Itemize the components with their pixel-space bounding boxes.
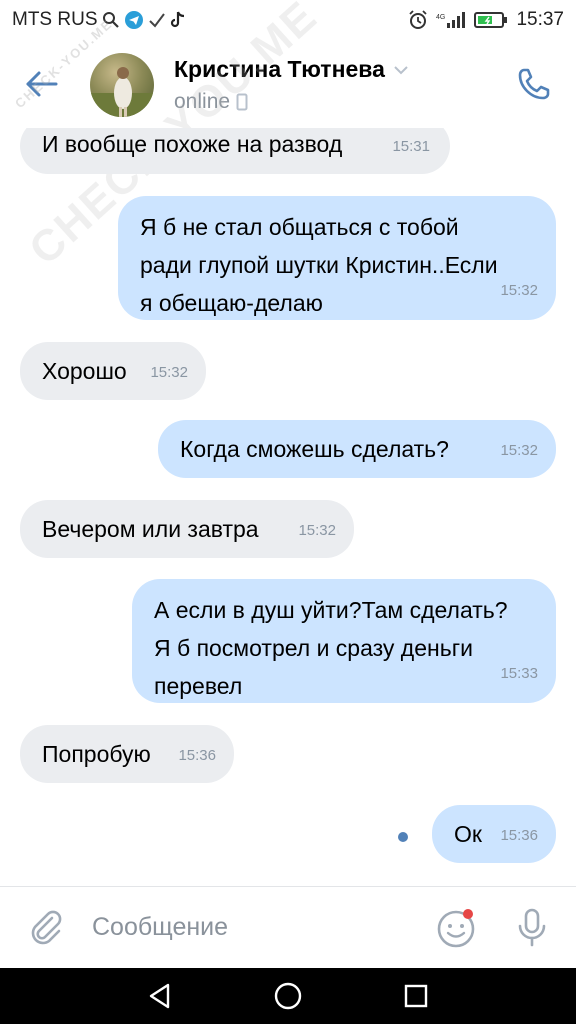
back-button[interactable] (22, 66, 62, 102)
message-time: 15:32 (150, 364, 188, 381)
square-recent-icon (404, 984, 428, 1008)
emoji-button[interactable] (436, 907, 478, 949)
search-icon (102, 11, 120, 29)
message-text: Я б посмотрел и сразу деньги (154, 635, 473, 661)
tiktok-icon (170, 11, 186, 29)
phone-icon (518, 68, 550, 100)
signal-icon: 4G (436, 11, 466, 29)
message-text: я обещаю-делаю (140, 290, 323, 316)
message-text: ради глупой шутки Кристин..Если (140, 252, 498, 278)
battery-icon (474, 11, 508, 29)
message-bubble[interactable]: Я б не стал общаться с тобой ради глупой… (118, 196, 556, 320)
clock-label: 15:37 (516, 9, 564, 30)
arrow-left-icon (26, 71, 58, 97)
avatar[interactable] (90, 53, 154, 117)
message-time: 15:36 (500, 827, 538, 844)
message-bubble[interactable]: Когда сможешь сделать? 15:32 (158, 420, 556, 478)
paperclip-icon (31, 910, 62, 945)
circle-home-icon (274, 982, 302, 1010)
contact-name[interactable]: Кристина Тютнева (174, 56, 409, 83)
carrier-label: MTS RUS (12, 9, 98, 30)
message-list[interactable]: И вообще похоже на развод 15:31 Я б не с… (0, 128, 576, 886)
status-right: 4G 15:37 (408, 9, 564, 31)
check-icon (148, 11, 166, 29)
svg-text:4G: 4G (436, 14, 445, 21)
message-time: 15:33 (500, 665, 538, 682)
mobile-device-icon (236, 93, 248, 111)
message-text: Вечером или завтра (42, 516, 259, 542)
microphone-icon (518, 908, 546, 947)
smile-icon (437, 909, 475, 948)
message-bubble[interactable]: А если в душ уйти?Там сделать? Я б посмо… (132, 579, 556, 703)
message-bubble[interactable]: Попробую 15:36 (20, 725, 234, 783)
contact-status: online (174, 90, 248, 114)
message-time: 15:32 (298, 522, 336, 539)
call-button[interactable] (514, 64, 554, 104)
message-text: Когда сможешь сделать? (180, 436, 449, 462)
telegram-icon (124, 10, 144, 30)
unread-indicator (398, 832, 408, 842)
message-composer (0, 886, 576, 968)
avatar-photo (90, 67, 154, 117)
message-text: И вообще похоже на развод (42, 131, 343, 157)
message-input[interactable] (92, 907, 392, 947)
message-text: перевел (154, 673, 243, 699)
message-time: 15:31 (392, 138, 430, 155)
message-bubble[interactable]: И вообще похоже на развод 15:31 (20, 128, 450, 174)
online-status-text: online (174, 90, 231, 113)
nav-back-button[interactable] (144, 980, 176, 1012)
system-nav-bar (0, 968, 576, 1024)
message-text: А если в душ уйти?Там сделать? (154, 597, 508, 623)
status-left: MTS RUS (12, 9, 186, 31)
message-time: 15:36 (178, 747, 216, 764)
contact-name-text: Кристина Тютнева (174, 56, 385, 82)
triangle-back-icon (149, 983, 170, 1009)
message-text: Я б не стал общаться с тобой (140, 214, 459, 240)
message-time: 15:32 (500, 282, 538, 299)
status-bar: MTS RUS 4G 15:37 (0, 0, 576, 40)
attach-button[interactable] (26, 907, 66, 947)
message-bubble[interactable]: Вечером или завтра 15:32 (20, 500, 354, 558)
message-bubble[interactable]: Хорошо 15:32 (20, 342, 206, 400)
nav-recent-button[interactable] (400, 980, 432, 1012)
message-time: 15:32 (500, 442, 538, 459)
chat-header: Кристина Тютнева online (0, 40, 576, 128)
message-bubble[interactable]: Ок 15:36 (432, 805, 556, 863)
chevron-down-icon (394, 65, 408, 74)
nav-home-button[interactable] (272, 980, 304, 1012)
voice-message-button[interactable] (512, 907, 552, 949)
alarm-icon (408, 10, 428, 30)
